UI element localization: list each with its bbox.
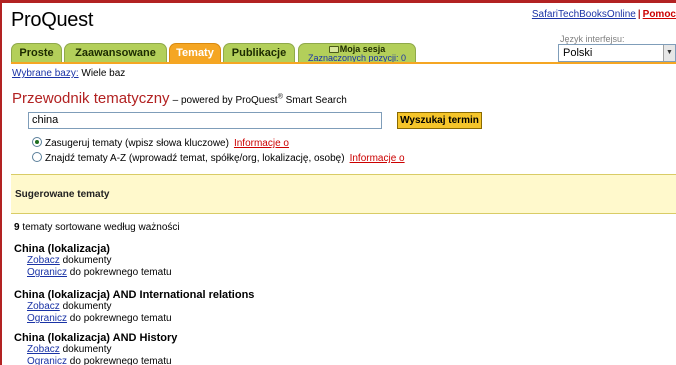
selected-db-value: Wiele baz [81, 68, 126, 79]
results-count: 9 tematy sortowane według ważności [14, 222, 180, 233]
info-az-link[interactable]: Informacje o [350, 153, 405, 164]
topic-search-input[interactable]: china [28, 112, 382, 129]
tab-zaawansowane[interactable]: Zaawansowane [64, 43, 167, 62]
option-suggest-row: Zasugeruj tematy (wpisz słowa kluczowe) I… [32, 137, 289, 149]
selected-databases: Wybrane bazy: Wiele baz [12, 68, 125, 79]
help-link[interactable]: Pomoc [643, 9, 676, 20]
narrow-topic-link[interactable]: Ogranicz [27, 313, 67, 324]
suggested-topics-header: Sugerowane tematy [11, 174, 676, 214]
folder-icon [328, 46, 339, 53]
top-links: SafariTechBooksOnline | Pomoc [532, 9, 676, 20]
top-links-separator: | [637, 9, 641, 20]
language-value: Polski [563, 47, 593, 59]
radio-suggest[interactable] [32, 137, 42, 147]
results-count-text: tematy sortowane według ważności [19, 222, 180, 233]
narrow-topic-link[interactable]: Ogranicz [27, 267, 67, 278]
radio-az[interactable] [32, 152, 42, 162]
list-item: China (lokalizacja) AND International re… [14, 289, 254, 325]
safari-link[interactable]: SafariTechBooksOnline [532, 9, 636, 20]
tab-tematy[interactable]: Tematy [169, 43, 221, 62]
chevron-down-icon[interactable]: ▼ [663, 45, 675, 61]
topic-title: China (lokalizacja) [14, 243, 110, 255]
top-border [0, 0, 676, 3]
powered-prefix: – powered by ProQuest [172, 95, 278, 106]
left-border [0, 0, 2, 365]
tab-moja-sesja[interactable]: Moja sesja Zaznaczonych pozycji: 0 [298, 43, 416, 63]
suggested-topics-label: Sugerowane tematy [15, 189, 110, 200]
view-documents-link[interactable]: Zobacz [27, 301, 60, 312]
tab-bar-divider [11, 62, 676, 64]
narrow-topic-text: do pokrewnego tematu [67, 267, 172, 278]
list-item: China (lokalizacja) Zobacz dokumenty Ogr… [14, 243, 172, 279]
language-select[interactable]: Polski ▼ [558, 44, 676, 62]
search-term-button[interactable]: Wyszukaj termin [397, 112, 482, 129]
view-documents-text: dokumenty [59, 255, 112, 266]
option-suggest-label: Zasugeruj tematy (wpisz słowa kluczowe) [45, 138, 229, 149]
view-documents-link[interactable]: Zobacz [27, 344, 60, 355]
powered-suffix: Smart Search [282, 95, 347, 106]
view-documents-text: dokumenty [59, 301, 112, 312]
option-az-label: Znajdź tematy A-Z (wprowadź temat, spółk… [45, 153, 345, 164]
view-documents-text: dokumenty [59, 344, 112, 355]
narrow-topic-link[interactable]: Ogranicz [27, 356, 67, 365]
selected-db-link[interactable]: Wybrane bazy: [12, 68, 79, 79]
topic-title: China (lokalizacja) AND International re… [14, 289, 255, 301]
proquest-logo[interactable]: ProQuest [11, 9, 93, 32]
tab-proste[interactable]: Proste [11, 43, 62, 62]
language-label: Język interfejsu: [560, 34, 625, 44]
topic-title: China (lokalizacja) AND History [14, 332, 178, 344]
narrow-topic-text: do pokrewnego tematu [67, 356, 172, 365]
option-az-row: Znajdź tematy A-Z (wprowadź temat, spółk… [32, 152, 405, 164]
page-title-main: Przewodnik tematyczny [12, 90, 170, 107]
page-title: Przewodnik tematyczny – powered by ProQu… [12, 90, 347, 107]
list-item: China (lokalizacja) AND History Zobacz d… [14, 332, 177, 365]
info-suggest-link[interactable]: Informacje o [234, 138, 289, 149]
tab-publikacje[interactable]: Publikacje [223, 43, 295, 62]
view-documents-link[interactable]: Zobacz [27, 255, 60, 266]
narrow-topic-text: do pokrewnego tematu [67, 313, 172, 324]
page-title-powered: – powered by ProQuest® Smart Search [172, 94, 347, 106]
